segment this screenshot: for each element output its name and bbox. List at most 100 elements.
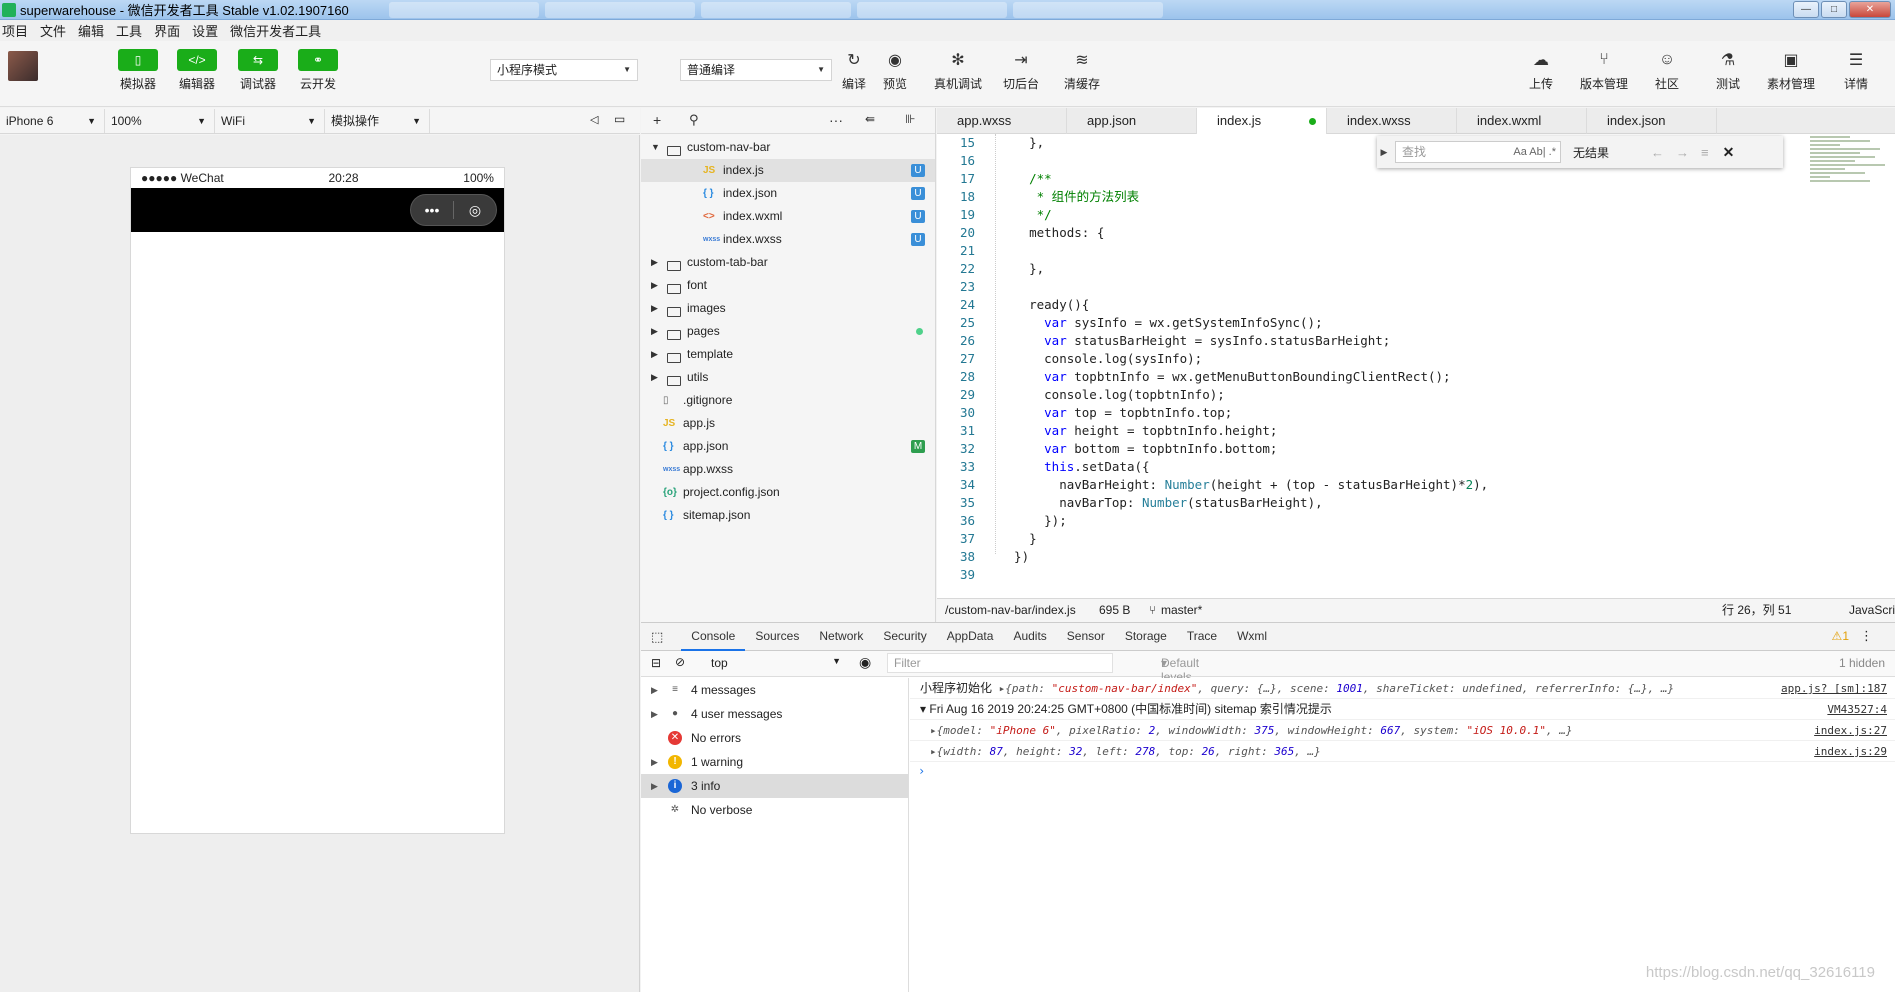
layout-icon[interactable]: ⊪ xyxy=(905,112,915,126)
code-line[interactable]: var topbtnInfo = wx.getMenuButtonBoundin… xyxy=(999,368,1488,386)
taskbar-tab[interactable] xyxy=(544,1,695,18)
volume-icon[interactable]: ◁ xyxy=(590,113,598,126)
console-filter-item[interactable]: ▶ i 3 info xyxy=(641,774,908,798)
more-dots-icon[interactable]: ••• xyxy=(411,202,453,218)
code-line[interactable]: var bottom = topbtnInfo.bottom; xyxy=(999,440,1488,458)
code-line[interactable]: var height = topbtnInfo.height; xyxy=(999,422,1488,440)
code-line[interactable]: var top = topbtnInfo.top; xyxy=(999,404,1488,422)
code-line[interactable]: }, xyxy=(999,260,1488,278)
code-line[interactable]: navBarHeight: Number(height + (top - sta… xyxy=(999,476,1488,494)
log-message[interactable]: 小程序初始化 ▸{path: "custom-nav-bar/index", q… xyxy=(920,678,1674,698)
devtools-tab[interactable]: Trace xyxy=(1177,623,1227,651)
menu-capsule[interactable]: ••• ◎ xyxy=(410,194,497,226)
devtools-tab[interactable]: Sources xyxy=(745,623,809,651)
phone-button[interactable]: ▯ 模拟器 xyxy=(110,49,166,92)
code-editor[interactable]: 15 16 17 18 19 20 21 22 23 24 25 26 27 28 29 30 31 32 33 34… xyxy=(937,134,1895,598)
menu-item[interactable]: 微信开发者工具 xyxy=(230,21,321,40)
code-line[interactable]: console.log(topbtnInfo); xyxy=(999,386,1488,404)
console-log-entry[interactable]: ▸{model: "iPhone 6", pixelRatio: 2, wind… xyxy=(910,720,1895,741)
console-log-entry[interactable]: ▾ Fri Aug 16 2019 20:24:25 GMT+0800 (中国标… xyxy=(910,699,1895,720)
device-select[interactable]: iPhone 6 ▼ xyxy=(0,108,105,133)
find-input[interactable]: 查找 Aa Ab| .* xyxy=(1395,141,1561,163)
file-item[interactable]: wxss app.wxss xyxy=(641,458,935,481)
debug-button[interactable]: ⇆ 调试器 xyxy=(230,49,286,92)
find-in-selection-icon[interactable]: ≡ xyxy=(1701,145,1709,160)
editor-tab[interactable]: app.json xyxy=(1067,108,1197,134)
folder-item[interactable]: ▶ pages xyxy=(641,320,935,343)
cloud-link-button[interactable]: ⚭ 云开发 xyxy=(290,49,346,92)
code-line[interactable] xyxy=(999,242,1488,260)
devtools-tab[interactable]: Storage xyxy=(1115,623,1177,651)
zoom-select[interactable]: 100% ▼ xyxy=(105,108,215,133)
file-item[interactable]: JS index.js U xyxy=(641,159,935,182)
close-target-icon[interactable]: ◎ xyxy=(454,202,496,219)
devtools-tab[interactable]: Audits xyxy=(1003,623,1056,651)
console-filter-item[interactable]: ▶ ● 4 user messages xyxy=(641,702,908,726)
console-log-entry[interactable]: ▸{width: 87, height: 32, left: 278, top:… xyxy=(910,741,1895,762)
branch-button[interactable]: ⑂ 版本管理 xyxy=(1576,49,1632,92)
eye-icon[interactable]: ◉ xyxy=(859,654,871,671)
menu-item[interactable]: 设置 xyxy=(192,21,218,40)
layers-button[interactable]: ≋ 清缓存 xyxy=(1054,49,1110,92)
cursor-position[interactable]: 行 26，列 51 xyxy=(1722,599,1791,622)
file-item[interactable]: ▯ .gitignore xyxy=(641,389,935,412)
console-output[interactable]: 小程序初始化 ▸{path: "custom-nav-bar/index", q… xyxy=(910,678,1895,992)
code-button[interactable]: </> 编辑器 xyxy=(169,49,225,92)
mode-select[interactable]: 小程序模式 ▼ xyxy=(490,59,638,81)
folder-item[interactable]: ▶ utils xyxy=(641,366,935,389)
search-icon[interactable]: ⚲ xyxy=(689,112,699,128)
more-vertical-icon[interactable]: ⋮ xyxy=(1860,628,1873,644)
operation-select[interactable]: 模拟操作 ▼ xyxy=(325,108,430,133)
devtools-tab[interactable]: Console xyxy=(681,623,746,651)
close-icon[interactable]: ✕ xyxy=(1849,1,1891,18)
menu-item[interactable]: 编辑 xyxy=(78,21,104,40)
language-mode[interactable]: JavaScript xyxy=(1849,599,1895,622)
minimap[interactable] xyxy=(1810,134,1890,224)
log-source-link[interactable]: VM43527:4 xyxy=(1827,699,1887,719)
more-icon[interactable]: ··· xyxy=(829,112,843,128)
menu-item[interactable]: 项目 xyxy=(2,21,28,40)
editor-tab[interactable]: app.wxss xyxy=(937,108,1067,134)
file-item[interactable]: <> index.wxml U xyxy=(641,205,935,228)
console-filter-item[interactable]: ✕ No errors xyxy=(641,726,908,750)
caret-right-icon[interactable]: ▶ xyxy=(651,297,658,320)
code-content[interactable]: }, /** * 组件的方法列表 */ methods: { }, ready(… xyxy=(999,134,1488,584)
folder-item[interactable]: ▶ font xyxy=(641,274,935,297)
code-line[interactable]: * 组件的方法列表 xyxy=(999,188,1488,206)
console-filter-item[interactable]: ✲ No verbose xyxy=(641,798,908,822)
console-prompt[interactable]: › xyxy=(918,762,1895,780)
code-line[interactable]: var sysInfo = wx.getSystemInfoSync(); xyxy=(999,314,1488,332)
previous-match-icon[interactable]: ← xyxy=(1651,145,1664,160)
caret-right-icon[interactable]: ▶ xyxy=(651,702,658,726)
code-line[interactable]: console.log(sysInfo); xyxy=(999,350,1488,368)
caret-right-icon[interactable]: ▶ xyxy=(651,750,658,774)
flask-button[interactable]: ⚗ 测试 xyxy=(1700,49,1756,92)
clear-console-icon[interactable]: ⊘ xyxy=(675,655,685,669)
upload-button[interactable]: ☁ 上传 xyxy=(1513,49,1569,92)
file-item[interactable]: JS app.js xyxy=(641,412,935,435)
file-item[interactable]: { } sitemap.json xyxy=(641,504,935,527)
devtools-tab[interactable]: AppData xyxy=(937,623,1004,651)
editor-tab[interactable]: index.wxss xyxy=(1327,108,1457,134)
menu-button[interactable]: ☰ 详情 xyxy=(1828,49,1884,92)
next-match-icon[interactable]: → xyxy=(1676,145,1689,160)
network-select[interactable]: WiFi ▼ xyxy=(215,108,325,133)
taskbar-tab[interactable] xyxy=(1012,1,1163,18)
devtools-tab[interactable]: Sensor xyxy=(1057,623,1115,651)
code-line[interactable]: } xyxy=(999,530,1488,548)
log-message[interactable]: ▸{width: 87, height: 32, left: 278, top:… xyxy=(930,741,1321,761)
menu-item[interactable]: 界面 xyxy=(154,21,180,40)
taskbar-tab[interactable] xyxy=(700,1,851,18)
add-icon[interactable]: + xyxy=(653,112,661,128)
log-message[interactable]: ▸{model: "iPhone 6", pixelRatio: 2, wind… xyxy=(930,720,1572,740)
code-line[interactable]: navBarTop: Number(statusBarHeight), xyxy=(999,494,1488,512)
file-item[interactable]: { } app.json M xyxy=(641,435,935,458)
bug-button[interactable]: ✻ 真机调试 xyxy=(930,49,986,92)
log-levels-select[interactable]: Default levels ▾ xyxy=(1161,656,1199,684)
caret-right-icon[interactable]: ▶ xyxy=(651,774,658,798)
folder-item[interactable]: ▼ custom-nav-bar xyxy=(641,136,935,159)
devtools-tab[interactable]: Security xyxy=(873,623,936,651)
devtools-tab[interactable]: Network xyxy=(809,623,873,651)
inspect-element-icon[interactable]: ⬚ xyxy=(651,629,663,645)
folder-item[interactable]: ▶ template xyxy=(641,343,935,366)
